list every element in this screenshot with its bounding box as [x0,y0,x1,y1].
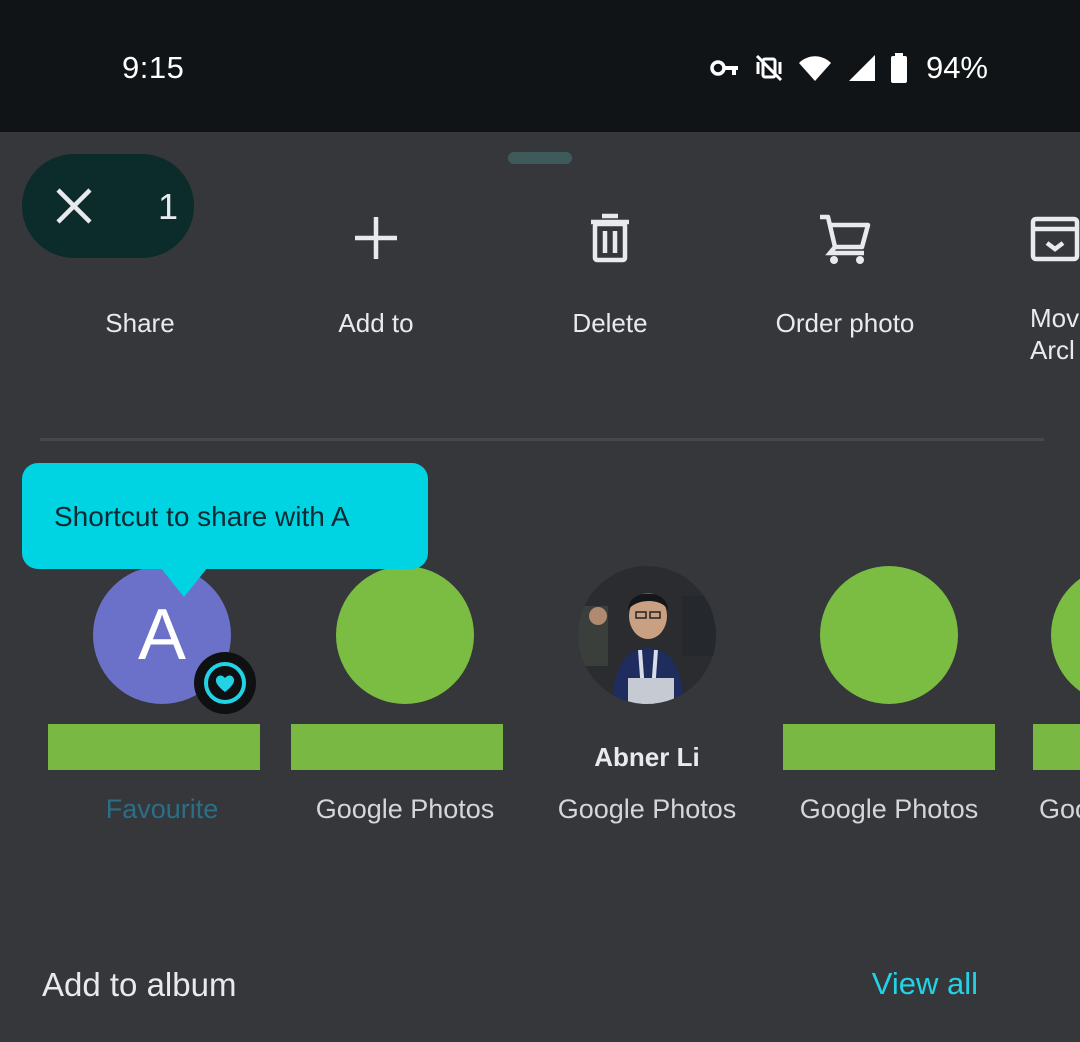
divider [40,438,1044,441]
add-to-album-title: Add to album [42,966,237,1003]
battery-percentage: 94% [925,50,988,85]
share-shortcut-tooltip[interactable]: Shortcut to share with A [22,463,428,597]
add-to-label: Add to [338,308,414,338]
status-time: 9:15 [122,50,185,85]
contact-sublabel: Google Photos [557,794,737,824]
cart-icon [820,214,871,264]
selected-count: 1 [158,186,179,227]
add-to-action[interactable]: Add to [266,192,486,339]
archive-icon [1030,216,1080,262]
trash-icon [591,213,629,263]
vibrate-off-icon [755,54,783,82]
battery-icon [890,53,907,83]
avatar-photo [578,566,716,704]
name-redaction [1033,724,1080,770]
wifi-icon [798,56,831,81]
status-bar: 9:15 94% [0,0,1080,132]
share-label: Share [105,308,175,338]
avatar [1051,566,1080,704]
move-to-archive-label-line1: Mov [1030,303,1080,333]
favourite-heart-icon [194,652,256,714]
close-icon[interactable] [54,186,94,226]
plus-icon [355,217,397,259]
delete-label: Delete [572,308,648,338]
tooltip-text: Shortcut to share with A [54,501,350,532]
avatar [820,566,958,704]
signal-icon [848,55,875,81]
share-sheet: Share Add to Delete Order photo Mov Arcl… [0,132,1080,1042]
drag-handle[interactable] [508,152,572,164]
tooltip-arrow [160,567,208,597]
name-redaction [48,724,260,770]
order-photo-label: Order photo [775,308,915,338]
name-redaction [783,724,995,770]
avatar [336,566,474,704]
order-photo-action[interactable]: Order photo [735,192,955,339]
view-all-link[interactable]: View all [872,966,978,1002]
contact-item-5[interactable]: Goo [1011,566,1080,836]
status-icons: 94% [710,48,988,88]
delete-action[interactable]: Delete [500,192,720,339]
contact-name: Abner Li [594,742,700,772]
contact-sublabel: Favourite [105,794,219,824]
contact-sublabel: Google Photos [315,794,495,824]
contact-sublabel: Google Photos [799,794,979,824]
name-redaction [291,724,503,770]
contact-sublabel: Goo [1039,794,1080,824]
move-to-archive-label-line2: Arcl [1030,335,1075,365]
vpn-key-icon [710,60,738,76]
move-to-archive-action[interactable]: Mov Arcl [1030,192,1080,366]
move-to-archive-label: Mov Arcl [1030,302,1080,366]
selection-pill: 1 [22,154,194,258]
